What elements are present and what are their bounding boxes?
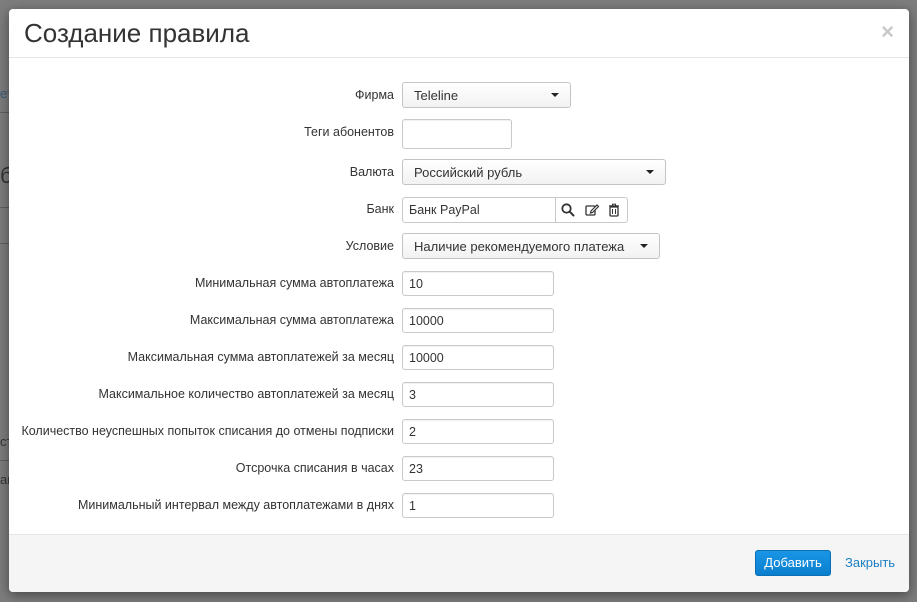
bank-label: Банк: [366, 202, 394, 216]
firm-select[interactable]: Teleline: [402, 82, 571, 108]
bank-actions: [555, 198, 628, 222]
min-interval-input[interactable]: 1: [402, 493, 554, 518]
caret-down-icon: [646, 170, 654, 174]
min-amount-input[interactable]: 10: [402, 271, 554, 296]
search-icon[interactable]: [560, 202, 576, 218]
max-amount-input[interactable]: 10000: [402, 308, 554, 333]
max-month-amount-label: Максимальная сумма автоплатежей за месяц: [127, 350, 394, 364]
condition-row: Условие Наличие рекомендуемого платежа: [9, 232, 909, 260]
firm-select-value: Teleline: [414, 88, 459, 103]
failed-attempts-input[interactable]: 2: [402, 419, 554, 444]
max-month-amount-row: Максимальная сумма автоплатежей за месяц…: [9, 343, 909, 371]
tags-row: Теги абонентов: [9, 119, 909, 149]
failed-attempts-row: Количество неуспешных попыток списания д…: [9, 417, 909, 445]
min-interval-label: Минимальный интервал между автоплатежами…: [77, 498, 394, 512]
edit-icon[interactable]: [584, 202, 600, 218]
max-month-count-label: Максимальное количество автоплатежей за …: [98, 387, 394, 401]
min-amount-label: Минимальная сумма автоплатежа: [194, 276, 394, 290]
condition-select-value: Наличие рекомендуемого платежа: [414, 239, 625, 254]
currency-row: Валюта Российский рубль: [9, 158, 909, 186]
min-amount-row: Минимальная сумма автоплатежа 10: [9, 269, 909, 297]
dialog-header: Создание правила ×: [9, 9, 909, 58]
trash-icon[interactable]: [606, 202, 622, 218]
delay-hours-label: Отсрочка списания в часах: [235, 461, 394, 475]
currency-select[interactable]: Российский рубль: [402, 159, 666, 185]
caret-down-icon: [640, 244, 648, 248]
firm-row: Фирма Teleline: [9, 81, 909, 109]
caret-down-icon: [551, 93, 559, 97]
max-month-count-row: Максимальное количество автоплатежей за …: [9, 380, 909, 408]
dialog-body: Фирма Teleline Теги абонентов Валюта Рос…: [9, 58, 909, 533]
max-amount-label: Максимальная сумма автоплатежа: [189, 313, 394, 327]
close-icon[interactable]: ×: [881, 21, 894, 43]
currency-select-value: Российский рубль: [414, 165, 523, 180]
max-month-amount-input[interactable]: 10000: [402, 345, 554, 370]
failed-attempts-label: Количество неуспешных попыток списания д…: [21, 424, 394, 438]
close-button[interactable]: Закрыть: [845, 555, 895, 570]
delay-hours-input[interactable]: 23: [402, 456, 554, 481]
tags-label: Теги абонентов: [304, 125, 394, 139]
condition-label: Условие: [345, 239, 394, 253]
max-month-count-input[interactable]: 3: [402, 382, 554, 407]
dialog-footer: Добавить Закрыть: [9, 534, 909, 592]
bank-field[interactable]: Банк PayPal: [402, 197, 628, 223]
max-amount-row: Максимальная сумма автоплатежа 10000: [9, 306, 909, 334]
currency-label: Валюта: [349, 165, 394, 179]
add-button[interactable]: Добавить: [755, 550, 831, 576]
condition-select[interactable]: Наличие рекомендуемого платежа: [402, 233, 660, 259]
bank-value: Банк PayPal: [409, 203, 480, 217]
delay-hours-row: Отсрочка списания в часах 23: [9, 454, 909, 482]
min-interval-row: Минимальный интервал между автоплатежами…: [9, 491, 909, 519]
tags-input[interactable]: [402, 119, 512, 149]
firm-label: Фирма: [355, 88, 394, 102]
create-rule-dialog: Создание правила × Фирма Teleline Теги а…: [9, 9, 909, 592]
bank-row: Банк Банк PayPal: [9, 195, 909, 223]
dialog-title: Создание правила: [24, 18, 250, 48]
